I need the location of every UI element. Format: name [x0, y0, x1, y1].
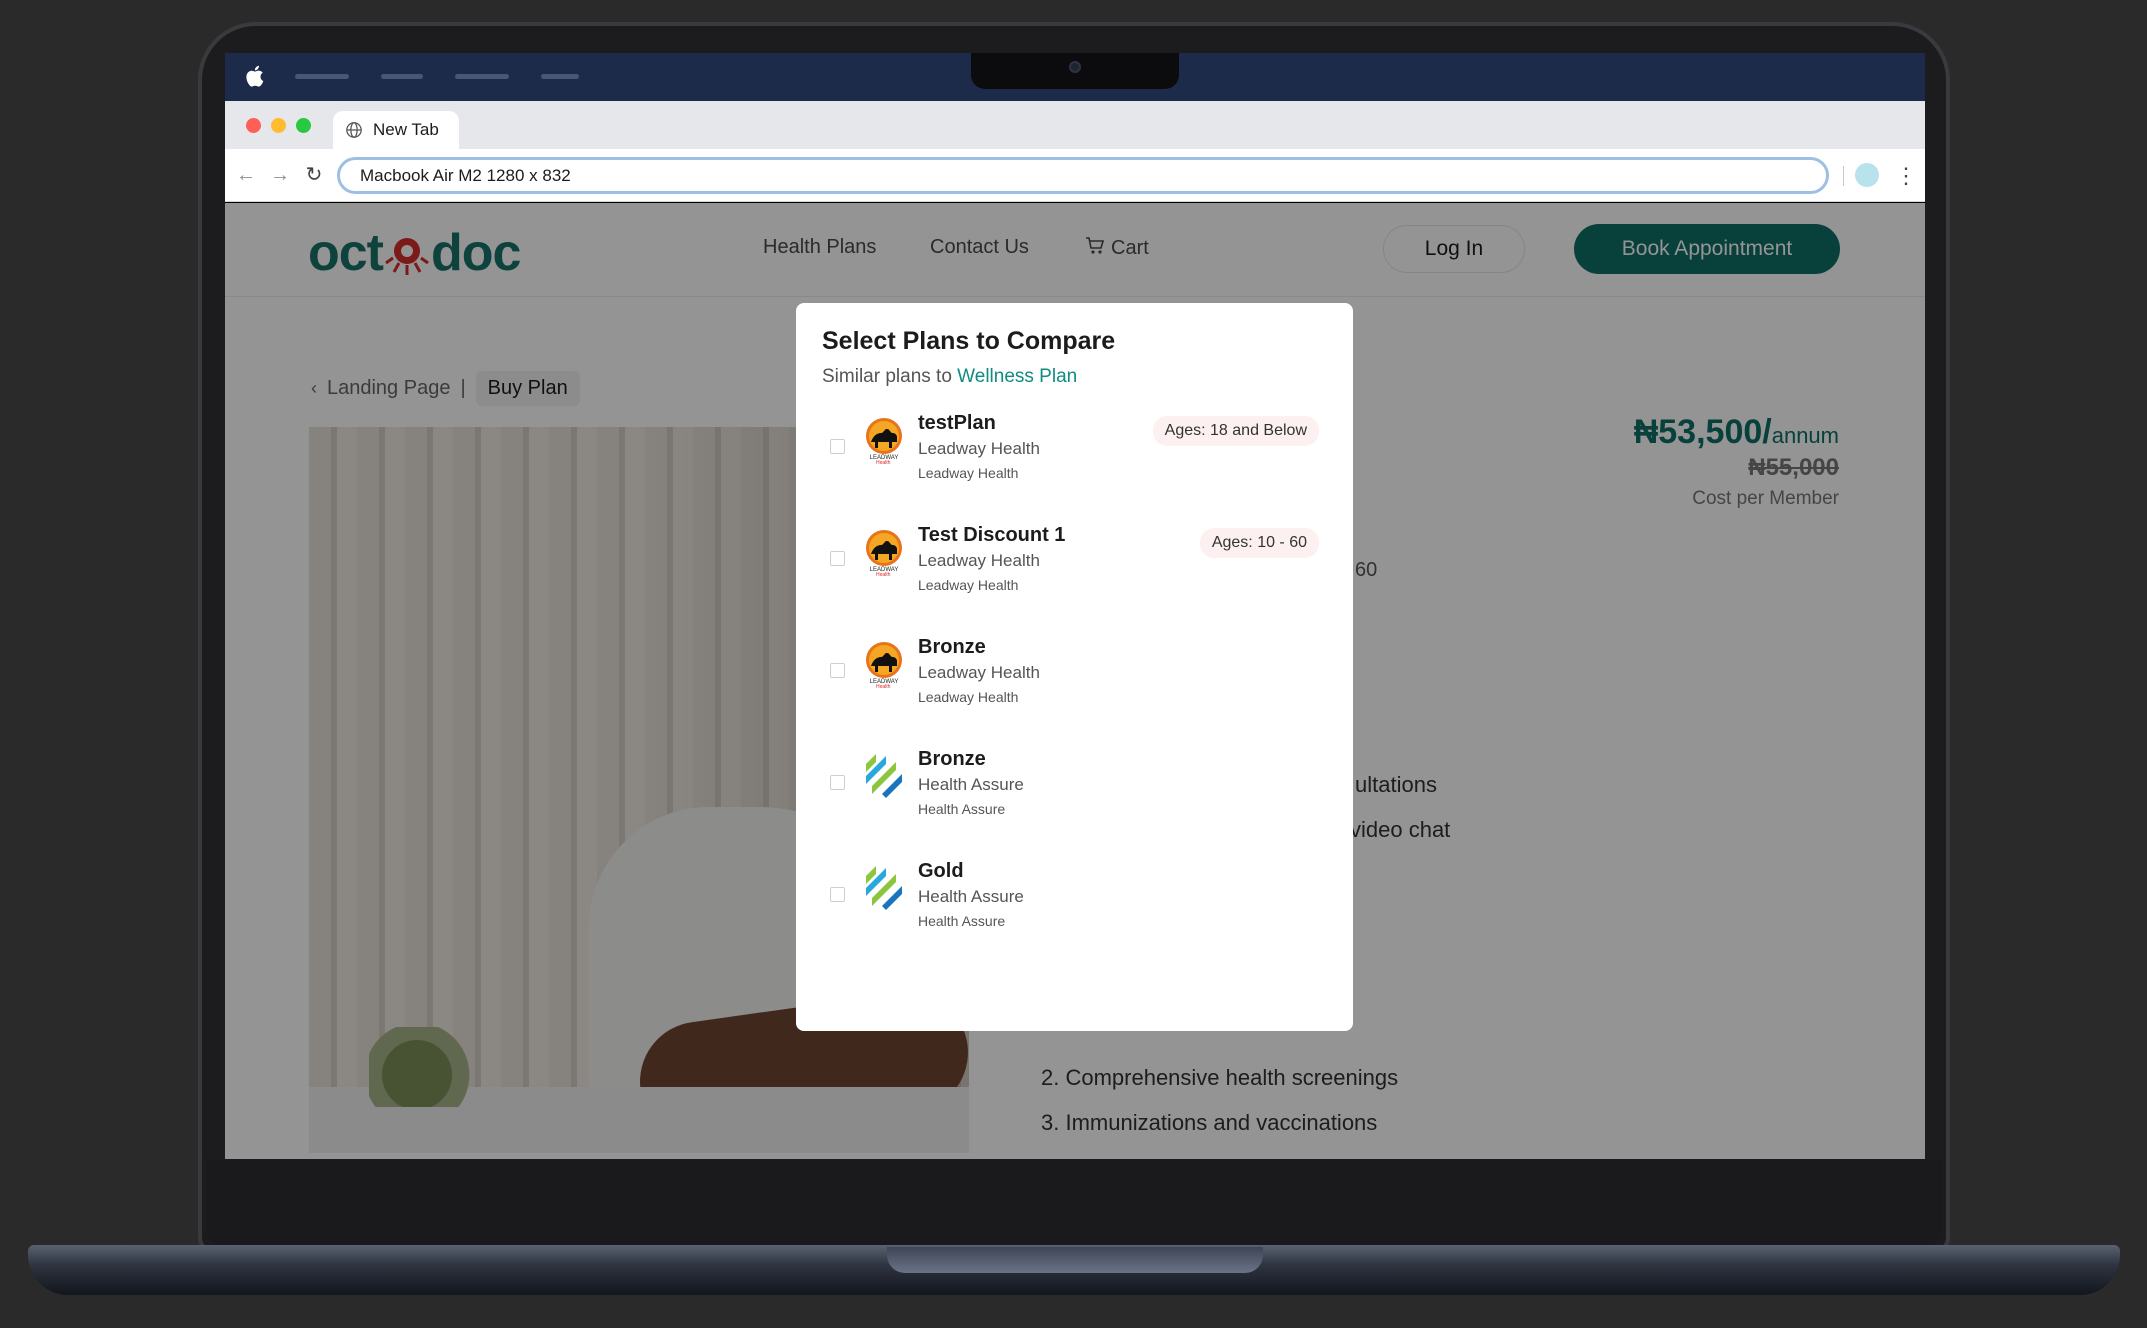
menu-placeholder[interactable] [381, 74, 423, 79]
age-badge: Ages: 18 and Below [1152, 416, 1319, 446]
browser-tabstrip: New Tab [225, 101, 1925, 149]
plan-provider-sub: Health Assure [918, 913, 1006, 929]
svg-text:Health: Health [876, 572, 891, 576]
subtitle-prefix: Similar plans to [822, 366, 958, 387]
forward-arrow-icon[interactable]: → [267, 162, 293, 188]
laptop-chin [206, 1159, 1942, 1247]
svg-text:Health: Health [876, 460, 891, 464]
laptop-screen: New Tab ← → ↻ Macbook Air M2 1280 x 832 … [225, 53, 1925, 1159]
plan-provider-sub: Leadway Health [918, 465, 1019, 481]
menu-placeholder[interactable] [455, 74, 509, 79]
back-arrow-icon[interactable]: ← [233, 162, 259, 188]
camera-icon [1069, 61, 1081, 73]
health-assure-icon [866, 754, 902, 798]
plan-provider: Leadway Health [918, 663, 1040, 682]
plan-provider-sub: Health Assure [918, 801, 1006, 817]
plan-provider: Health Assure [918, 775, 1024, 794]
tab-title: New Tab [373, 120, 439, 139]
subtitle-plan-link[interactable]: Wellness Plan [957, 366, 1077, 387]
close-window-button[interactable] [246, 118, 261, 133]
globe-icon [346, 122, 362, 138]
plan-row[interactable]: LEADWAY Health testPlan Leadway Health L… [822, 406, 1327, 518]
plan-row[interactable]: LEADWAY Health Bronze Leadway Health Lea… [822, 630, 1327, 742]
minimize-window-button[interactable] [271, 118, 286, 133]
menu-placeholder[interactable] [295, 74, 349, 79]
plan-checkbox[interactable] [830, 551, 845, 566]
toolbar-separator [1843, 166, 1844, 186]
plan-row[interactable]: LEADWAY Health Test Discount 1 Leadway H… [822, 518, 1327, 630]
plan-provider-sub: Leadway Health [918, 577, 1019, 593]
plan-text: testPlan Leadway Health Leadway Health [918, 412, 1040, 481]
more-menu-icon[interactable]: ⋮ [1895, 161, 1917, 191]
plan-text: Bronze Health Assure Health Assure [918, 748, 1024, 817]
profile-avatar[interactable] [1855, 163, 1879, 187]
plan-checkbox[interactable] [830, 775, 845, 790]
apple-logo-icon[interactable] [245, 63, 267, 89]
plan-list: LEADWAY Health testPlan Leadway Health L… [822, 406, 1327, 966]
address-text: Macbook Air M2 1280 x 832 [360, 165, 571, 185]
laptop-hinge-notch [887, 1247, 1263, 1273]
plan-checkbox[interactable] [830, 887, 845, 902]
plan-provider: Leadway Health [918, 551, 1040, 570]
svg-text:Health: Health [876, 684, 891, 688]
leadway-icon: LEADWAY Health [866, 418, 902, 464]
plan-checkbox[interactable] [830, 439, 845, 454]
plan-provider-sub: Leadway Health [918, 689, 1019, 705]
browser-toolbar: ← → ↻ Macbook Air M2 1280 x 832 ⋮ [225, 149, 1925, 202]
macos-menubar [225, 53, 1925, 101]
camera-notch [971, 53, 1179, 89]
compare-plans-modal: Select Plans to Compare Similar plans to… [796, 303, 1353, 1031]
reload-icon[interactable]: ↻ [301, 162, 327, 188]
modal-subtitle: Similar plans to Wellness Plan [822, 366, 1327, 388]
zoom-window-button[interactable] [296, 118, 311, 133]
plan-checkbox[interactable] [830, 663, 845, 678]
web-viewport: oct doc Health Plans Contact Us Cart Log… [225, 203, 1925, 1159]
plan-name: Test Discount 1 [918, 524, 1066, 546]
address-bar[interactable]: Macbook Air M2 1280 x 832 [337, 157, 1829, 194]
plan-provider: Leadway Health [918, 439, 1040, 458]
modal-title: Select Plans to Compare [822, 327, 1116, 355]
leadway-icon: LEADWAY Health [866, 530, 902, 576]
plan-row[interactable]: Bronze Health Assure Health Assure [822, 742, 1327, 854]
plan-row[interactable]: Gold Health Assure Health Assure [822, 854, 1327, 966]
buy-plan-page: oct doc Health Plans Contact Us Cart Log… [225, 203, 1925, 1159]
plan-text: Gold Health Assure Health Assure [918, 860, 1024, 929]
age-badge: Ages: 10 - 60 [1199, 528, 1319, 558]
plan-text: Test Discount 1 Leadway Health Leadway H… [918, 524, 1065, 593]
browser-tab[interactable]: New Tab [333, 111, 459, 149]
plan-name: Bronze [918, 748, 986, 770]
menu-placeholder[interactable] [541, 74, 579, 79]
leadway-icon: LEADWAY Health [866, 642, 902, 688]
health-assure-icon [866, 866, 902, 910]
plan-provider: Health Assure [918, 887, 1024, 906]
plan-name: Gold [918, 860, 964, 882]
plan-name: testPlan [918, 412, 996, 434]
plan-text: Bronze Leadway Health Leadway Health [918, 636, 1040, 705]
plan-name: Bronze [918, 636, 986, 658]
